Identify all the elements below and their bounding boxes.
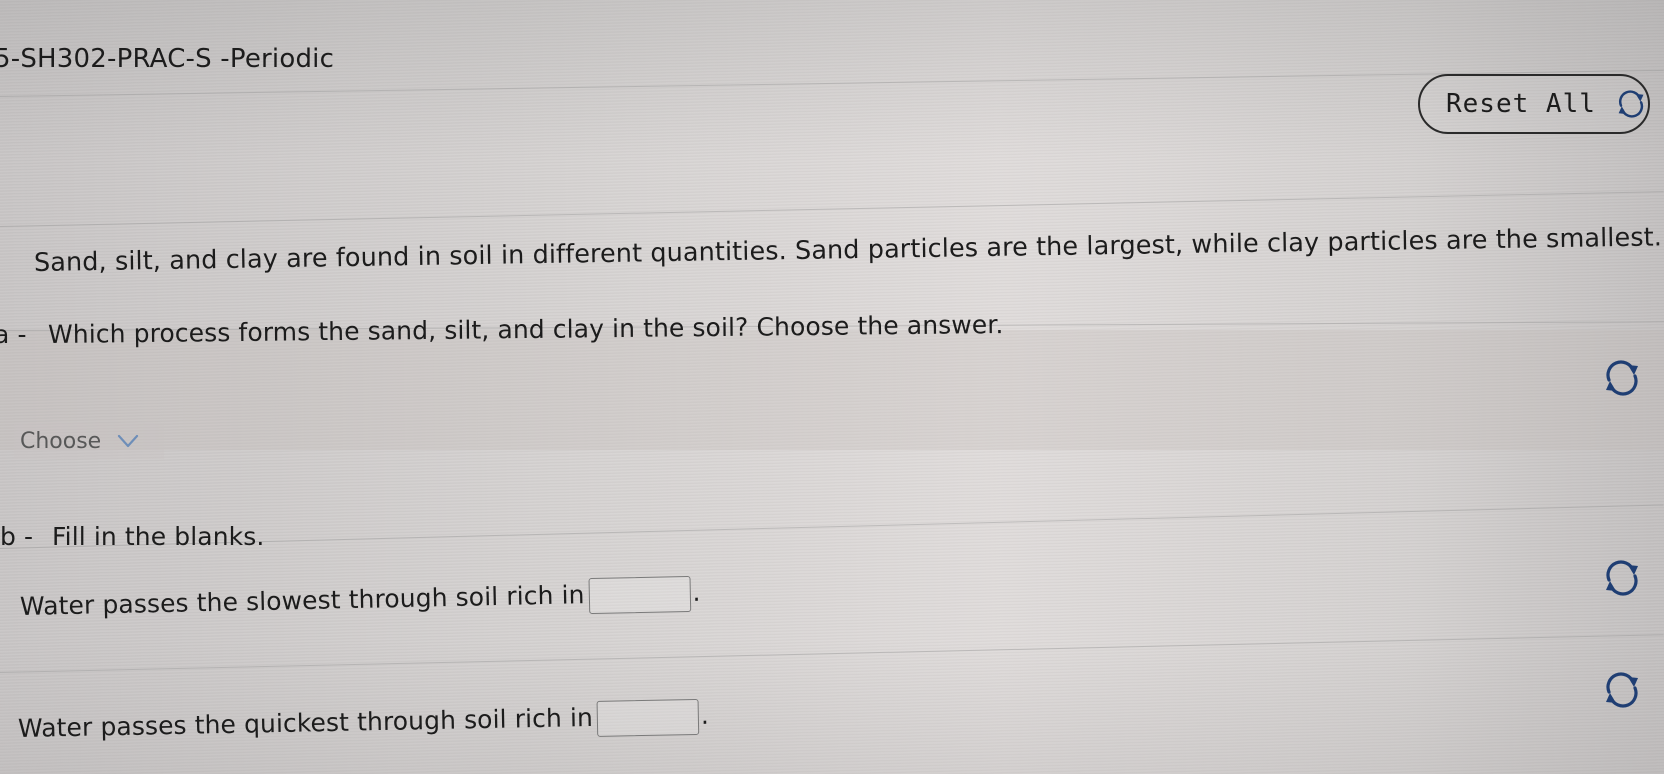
question-b1-refresh-icon[interactable] (1600, 556, 1644, 600)
question-b-marker: b - (0, 522, 34, 551)
question-b2-refresh-icon[interactable] (1600, 668, 1644, 712)
question-b-prompt: Fill in the blanks. (52, 522, 265, 551)
blank-2-text: Water passes the quickest through soil r… (17, 702, 594, 743)
blank-1-line: Water passes the slowest through soil ri… (19, 575, 701, 626)
refresh-icon (1618, 90, 1644, 118)
chevron-down-icon (118, 434, 139, 448)
process-select-value: Choose (20, 428, 102, 454)
blank-2-input[interactable] (596, 698, 700, 737)
question-a-marker: a - (0, 320, 27, 349)
blank-1-input[interactable] (588, 575, 691, 615)
process-select[interactable]: Choose (14, 423, 164, 459)
passage-text: Sand, silt, and clay are found in soil i… (33, 222, 1663, 278)
question-a-refresh-icon[interactable] (1600, 356, 1644, 400)
blank-2-end: . (700, 700, 710, 730)
page-title: 5-SH302-PRAC-S -Periodic (0, 44, 335, 74)
question-a-prompt: Which process forms the sand, silt, and … (47, 309, 1004, 349)
reset-all-label: Reset All (1446, 89, 1596, 119)
blank-1-end: . (692, 577, 701, 607)
reset-all-button[interactable]: Reset All (1418, 74, 1650, 134)
blank-1-text: Water passes the slowest through soil ri… (19, 580, 585, 621)
blank-2-line: Water passes the quickest through soil r… (17, 698, 710, 748)
